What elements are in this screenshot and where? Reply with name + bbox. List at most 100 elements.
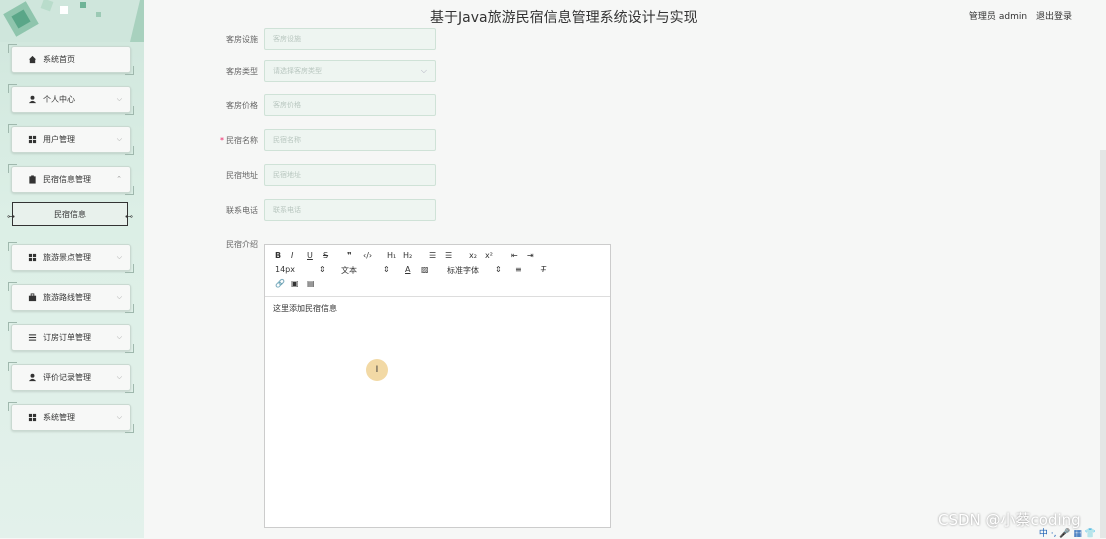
room-price-input[interactable]: 客房价格 (264, 94, 436, 116)
chevron-down-icon: ⌵ (116, 373, 122, 381)
grid-icon (27, 135, 37, 145)
heading2-icon[interactable]: H₂ (403, 251, 412, 260)
user-icon (27, 373, 37, 383)
field-label: 联系电话 (226, 205, 258, 215)
sidebar-item-label: 民宿信息管理 (43, 175, 91, 184)
form-row-homestay-name: * 民宿名称 民宿名称 (200, 129, 436, 151)
sidebar-item-label: 订房订单管理 (43, 333, 91, 342)
field-label-text: 民宿名称 (226, 135, 258, 145)
corner-decoration (125, 186, 134, 195)
clear-format-icon[interactable]: T̶ (541, 265, 546, 274)
page-title: 基于Java旅游民宿信息管理系统设计与实现 (430, 10, 698, 26)
background-color-icon[interactable]: ▨ (421, 265, 429, 274)
clipboard-icon (27, 175, 37, 185)
superscript-icon[interactable]: x² (485, 251, 493, 260)
chevron-down-icon: ⌵ (420, 66, 427, 75)
sidebar-item-home[interactable]: 系统首页 (8, 44, 134, 75)
italic-icon[interactable]: I (291, 251, 293, 260)
chevron-down-icon: ⌵ (116, 95, 122, 103)
chevron-down-icon: ⌵ (116, 413, 122, 421)
username: admin (998, 12, 1028, 22)
sidebar-item-reviews[interactable]: 评价记录管理 ⌵ (8, 362, 134, 393)
scrollbar[interactable] (1100, 150, 1106, 538)
link-icon[interactable]: 🔗 (275, 279, 285, 288)
strike-icon[interactable]: S (323, 251, 328, 260)
heading1-icon[interactable]: H₁ (387, 251, 396, 260)
chevron-down-icon: ⌵ (116, 253, 122, 261)
chevron-updown-icon: ⇕ (319, 265, 326, 274)
blockquote-icon[interactable]: ❞ (347, 251, 352, 260)
font-size-select[interactable]: 14px (275, 265, 295, 274)
homestay-address-input[interactable]: 民宿地址 (264, 164, 436, 186)
corner-decoration (125, 384, 134, 393)
text-style-select[interactable]: 文本 (341, 265, 357, 276)
sidebar-item-label: 系统管理 (43, 413, 75, 422)
corner-decoration (125, 146, 134, 155)
corner-decoration (8, 362, 17, 371)
subscript-icon[interactable]: x₂ (469, 251, 477, 260)
corner-decoration (125, 344, 134, 353)
image-icon[interactable]: ▣ (291, 279, 299, 288)
room-type-select[interactable]: 请选择客房类型 ⌵ (264, 60, 436, 82)
bullet-list-icon[interactable]: ☰ (445, 251, 452, 260)
underline-icon[interactable]: U (307, 251, 313, 260)
video-icon[interactable]: ▤ (307, 279, 315, 288)
submenu-homestay-info[interactable]: ⊶ 民宿信息 ⊷ (7, 202, 133, 226)
field-label: * 民宿名称 (200, 135, 258, 146)
rich-text-editor[interactable]: B I U S ❞ ‹/› H₁ H₂ ☰ ☰ x₂ x² ⇤ ⇥ 14px ⇕… (264, 244, 611, 528)
corner-decoration (125, 424, 134, 433)
field-label: 民宿介绍 (226, 239, 258, 249)
field-label: 客房设施 (226, 34, 258, 44)
font-family-select[interactable]: 标准字体 (447, 265, 479, 276)
select-placeholder: 请选择客房类型 (273, 67, 322, 75)
submenu-label: 民宿信息 (54, 209, 86, 219)
room-facility-input[interactable]: 客房设施 (264, 28, 436, 50)
user-icon (27, 95, 37, 105)
sidebar-item-label: 系统首页 (43, 55, 75, 64)
chevron-up-icon: ⌃ (116, 175, 122, 183)
corner-decoration (8, 164, 17, 173)
sidebar-item-system[interactable]: 系统管理 ⌵ (8, 402, 134, 433)
sidebar-item-attractions[interactable]: 旅游景点管理 ⌵ (8, 242, 134, 273)
form-row-room-price: 客房价格 客房价格 (200, 94, 436, 116)
home-icon (27, 55, 37, 65)
form-row-room-type: 客房类型 请选择客房类型 ⌵ (200, 60, 436, 82)
chevron-updown-icon: ⇕ (495, 265, 502, 274)
grid-icon (27, 413, 37, 423)
corner-decoration (8, 322, 17, 331)
list-icon (27, 333, 37, 343)
font-color-icon[interactable]: A (405, 265, 410, 274)
indent-icon[interactable]: ⇥ (527, 251, 534, 260)
header-user-area: 管理员 admin 退出登录 (963, 9, 1072, 22)
chevron-down-icon: ⌵ (116, 293, 122, 301)
ordered-list-icon[interactable]: ☰ (429, 251, 436, 260)
sidebar-item-user-management[interactable]: 用户管理 ⌵ (8, 124, 134, 155)
form-row-homestay-intro: 民宿介绍 (200, 233, 264, 255)
editor-content[interactable]: 这里添加民宿信息 (273, 303, 337, 314)
field-label: 客房价格 (226, 100, 258, 110)
sidebar-item-label: 评价记录管理 (43, 373, 91, 382)
homestay-name-input[interactable]: 民宿名称 (264, 129, 436, 151)
sidebar-item-orders[interactable]: 订房订单管理 ⌵ (8, 322, 134, 353)
code-icon[interactable]: ‹/› (363, 251, 372, 260)
user-role: 管理员 (968, 12, 996, 22)
align-icon[interactable]: ≡ (515, 265, 522, 274)
field-label: 民宿地址 (226, 170, 258, 180)
briefcase-icon (27, 293, 37, 303)
bold-icon[interactable]: B (275, 251, 281, 260)
contact-phone-input[interactable]: 联系电话 (264, 199, 436, 221)
corner-decoration (8, 242, 17, 251)
text-cursor-icon: I (366, 359, 388, 381)
sidebar-item-homestay-management[interactable]: 民宿信息管理 ⌃ (8, 164, 134, 195)
form-row-room-facility: 客房设施 客房设施 (200, 28, 436, 50)
outdent-icon[interactable]: ⇤ (511, 251, 518, 260)
sidebar-item-personal-center[interactable]: 个人中心 ⌵ (8, 84, 134, 115)
sidebar-item-routes[interactable]: 旅游路线管理 ⌵ (8, 282, 134, 313)
sidebar-item-label: 个人中心 (43, 95, 75, 104)
corner-decoration (8, 44, 17, 53)
corner-decoration (8, 402, 17, 411)
input-method-tray: 中 ·, 🎤 ▦ 👕 (1038, 529, 1096, 539)
chevron-down-icon: ⌵ (116, 135, 122, 143)
sidebar-item-label: 旅游路线管理 (43, 293, 91, 302)
logout-link[interactable]: 退出登录 (1036, 12, 1072, 22)
